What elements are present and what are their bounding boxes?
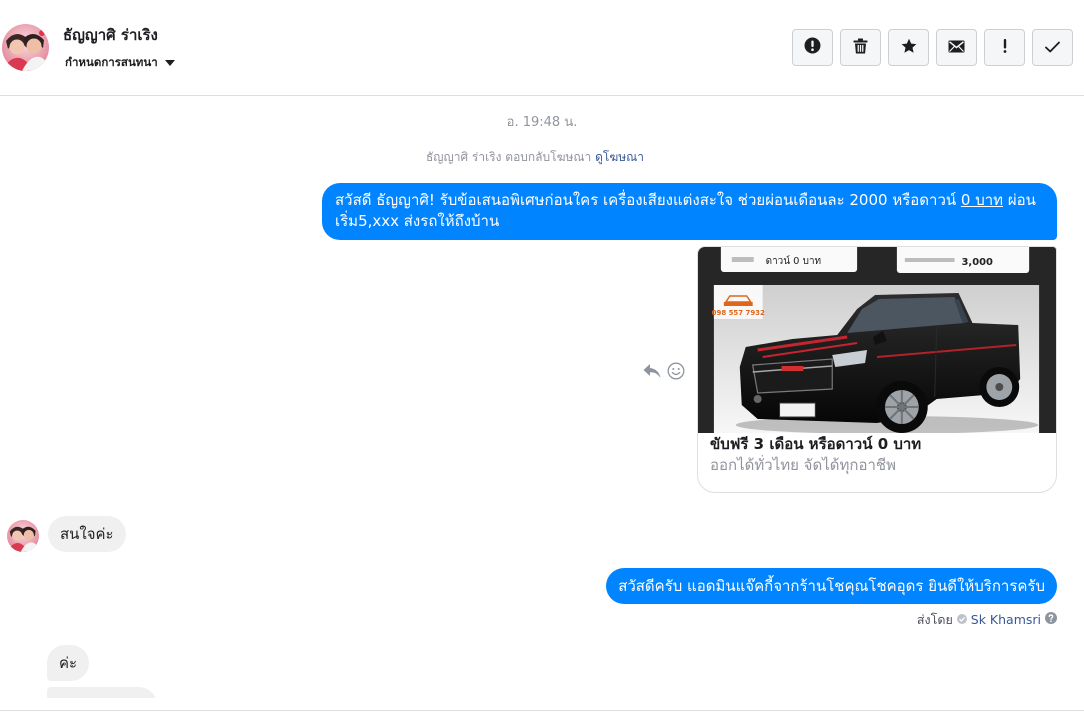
delete-button[interactable] (840, 29, 881, 66)
ad-reply-text: ธัญญาศิ ร่าเริง ตอบกลับโฆษณา (425, 150, 592, 164)
ad-card-subtitle: ออกได้ทั่วไทย จัดได้ทุกอาชีพ (710, 456, 896, 474)
verified-check-icon (956, 612, 967, 628)
incoming-message[interactable]: ค่ะ (47, 645, 90, 681)
image-label-down-payment: ดาวน์ 0 บาท (766, 255, 822, 267)
report-button[interactable] (792, 29, 833, 66)
ad-image[interactable]: ดาวน์ 0 บาท 3,000 098 557 7932 (698, 247, 1056, 433)
view-ad-link[interactable]: ดูโฆษณา (595, 150, 644, 164)
sender-avatar[interactable] (7, 520, 39, 552)
star-icon (901, 38, 917, 58)
message-text: สนใจค่ะ (60, 525, 114, 543)
image-label-price: 3,000 (962, 257, 994, 268)
message-text: สวัสดีครับ แอดมินแจ๊คกี้จากร้านโชคุณโชคอ… (618, 577, 1045, 595)
sent-by-label: ส่งโดย (916, 612, 953, 627)
checkmark-icon (1045, 38, 1060, 57)
exclamation-icon (1003, 38, 1007, 57)
reply-icon (643, 363, 661, 383)
smiley-icon (667, 362, 685, 384)
message-text-underlined: 0 บาท (960, 191, 1004, 209)
react-button[interactable] (666, 362, 685, 384)
incoming-message[interactable]: สนใจค่ะ (48, 516, 126, 552)
trash-icon (853, 38, 868, 58)
envelope-icon (948, 38, 965, 57)
mark-done-button[interactable] (1032, 29, 1073, 66)
ad-card-title: ขับฟรี 3 เดือน หรือดาวน์ 0 บาท (710, 435, 922, 453)
mark-unread-button[interactable] (936, 29, 977, 66)
outgoing-message[interactable]: สวัสดี ธัญญาศิ! รับข้อเสนอพิเศษก่อนใคร เ… (322, 183, 1057, 240)
image-phone-number: 098 557 7932 (712, 309, 765, 317)
message-text: สวัสดี ธัญญาศิ! รับข้อเสนอพิเศษก่อนใคร เ… (335, 191, 961, 209)
conversation-menu[interactable]: กำหนดการสนทนา (65, 54, 175, 70)
conversation-menu-label: กำหนดการสนทนา (65, 55, 158, 69)
star-button[interactable] (888, 29, 929, 66)
contact-name[interactable]: ธัญญาศิ ร่าเริง (63, 25, 158, 45)
caret-down-icon (164, 54, 175, 70)
ad-card[interactable]: ดาวน์ 0 บาท 3,000 098 557 7932 ขับฟรี 3 … (697, 246, 1057, 493)
header-divider (0, 95, 1084, 96)
message-timestamp: อ. 19:48 น. (506, 115, 578, 130)
incoming-message-partial[interactable] (47, 687, 157, 698)
incoming-message-bubble (47, 687, 157, 698)
help-icon[interactable] (1045, 612, 1057, 628)
composer-divider (0, 710, 1084, 711)
sent-by-line: ส่งโดย Sk Khamsri (917, 612, 1057, 628)
sent-by-name[interactable]: Sk Khamsri (971, 612, 1041, 628)
reply-button[interactable] (642, 363, 661, 382)
exclamation-circle-icon (804, 37, 821, 58)
contact-avatar[interactable] (2, 24, 49, 71)
outgoing-message[interactable]: สวัสดีครับ แอดมินแจ๊คกี้จากร้านโชคุณโชคอ… (606, 568, 1057, 604)
important-button[interactable] (984, 29, 1025, 66)
message-text: ค่ะ (59, 654, 78, 672)
ad-reply-notice: ธัญญาศิ ร่าเริง ตอบกลับโฆษณา ดูโฆษณา (0, 149, 1070, 165)
